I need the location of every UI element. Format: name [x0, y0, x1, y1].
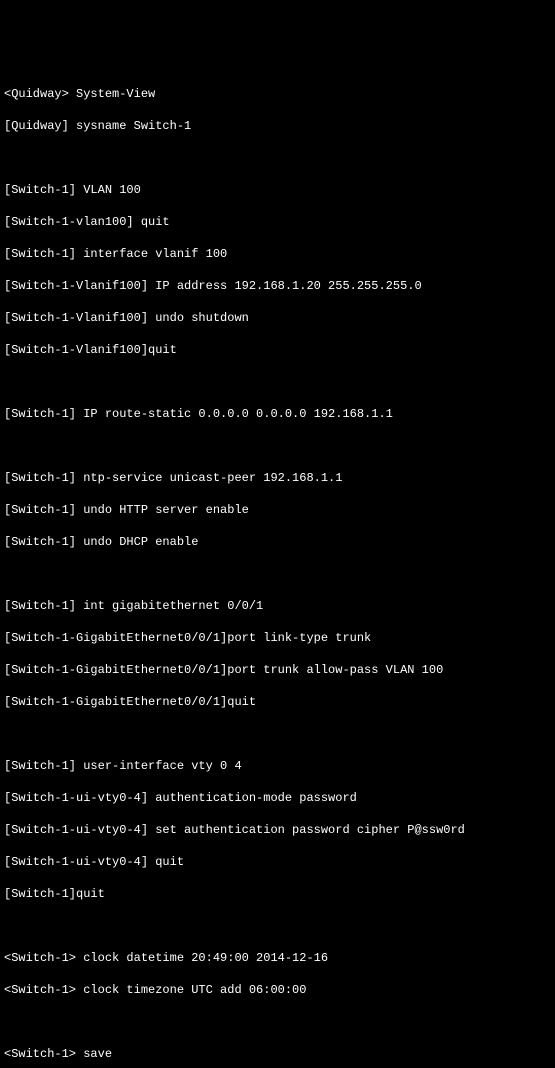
cli-line: [Switch-1] undo DHCP enable — [4, 534, 551, 550]
cli-blank — [4, 374, 551, 390]
cli-line: <Switch-1> clock datetime 20:49:00 2014-… — [4, 950, 551, 966]
cli-line: [Switch-1] interface vlanif 100 — [4, 246, 551, 262]
cli-line: [Switch-1] user-interface vty 0 4 — [4, 758, 551, 774]
terminal-output[interactable]: <Quidway> System-View [Quidway] sysname … — [4, 70, 551, 1068]
cli-line: [Switch-1-Vlanif100]quit — [4, 342, 551, 358]
cli-line: [Switch-1] VLAN 100 — [4, 182, 551, 198]
cli-blank — [4, 726, 551, 742]
cli-blank — [4, 566, 551, 582]
cli-line: [Switch-1] undo HTTP server enable — [4, 502, 551, 518]
cli-line: [Switch-1-Vlanif100] IP address 192.168.… — [4, 278, 551, 294]
cli-line: [Quidway] sysname Switch-1 — [4, 118, 551, 134]
cli-line: [Switch-1-Vlanif100] undo shutdown — [4, 310, 551, 326]
cli-blank — [4, 150, 551, 166]
cli-line: [Switch-1-ui-vty0-4] set authentication … — [4, 822, 551, 838]
cli-blank — [4, 918, 551, 934]
cli-line: [Switch-1] int gigabitethernet 0/0/1 — [4, 598, 551, 614]
cli-blank — [4, 1014, 551, 1030]
cli-line: <Switch-1> save — [4, 1046, 551, 1062]
cli-blank — [4, 438, 551, 454]
cli-line: [Switch-1-ui-vty0-4] quit — [4, 854, 551, 870]
cli-line: [Switch-1]quit — [4, 886, 551, 902]
cli-line: [Switch-1-GigabitEthernet0/0/1]quit — [4, 694, 551, 710]
cli-line: [Switch-1-vlan100] quit — [4, 214, 551, 230]
cli-line: [Switch-1-ui-vty0-4] authentication-mode… — [4, 790, 551, 806]
cli-line: <Quidway> System-View — [4, 86, 551, 102]
cli-line: [Switch-1-GigabitEthernet0/0/1]port trun… — [4, 662, 551, 678]
cli-line: [Switch-1] IP route-static 0.0.0.0 0.0.0… — [4, 406, 551, 422]
cli-line: [Switch-1-GigabitEthernet0/0/1]port link… — [4, 630, 551, 646]
cli-line: [Switch-1] ntp-service unicast-peer 192.… — [4, 470, 551, 486]
cli-line: <Switch-1> clock timezone UTC add 06:00:… — [4, 982, 551, 998]
